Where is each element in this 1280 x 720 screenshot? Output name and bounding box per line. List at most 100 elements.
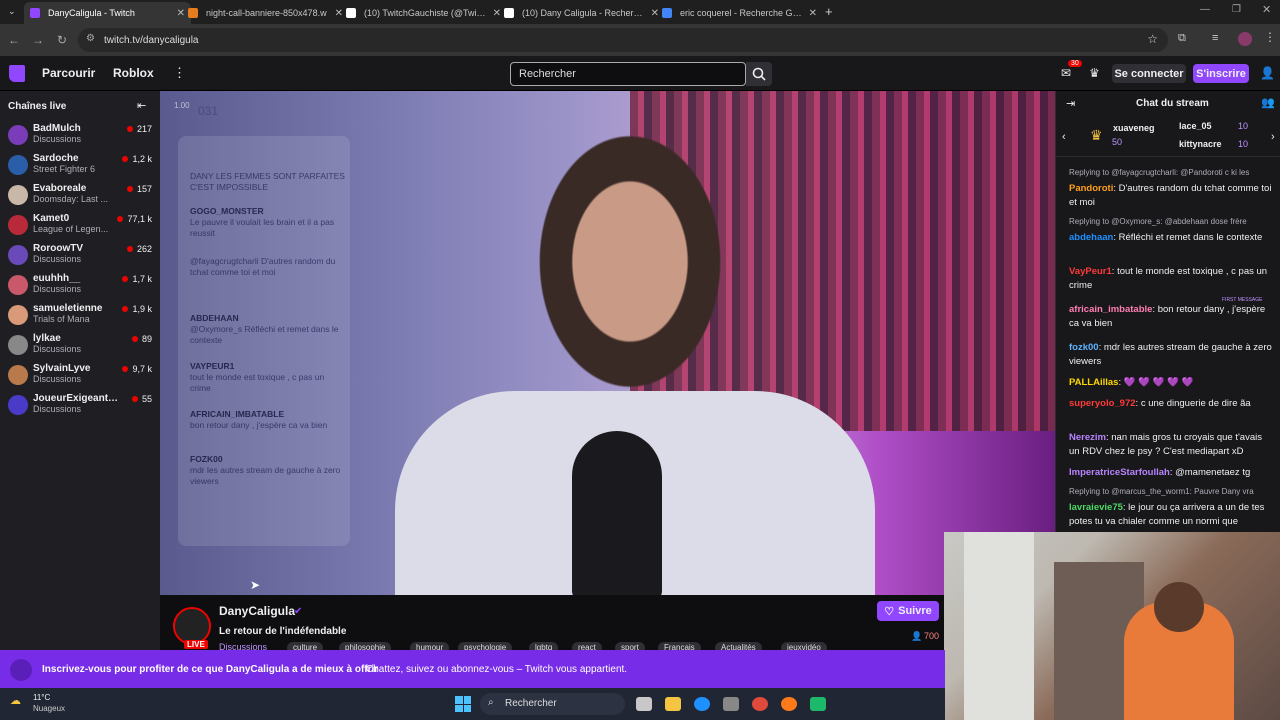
search-input[interactable]: Rechercher bbox=[510, 62, 746, 86]
browse-link[interactable]: Parcourir bbox=[42, 66, 95, 80]
chat-username[interactable]: superyolo_972 bbox=[1069, 398, 1136, 409]
channel-avatar bbox=[8, 335, 28, 355]
chat-message: abdehaan: Réfléchi et remet dans le cont… bbox=[1069, 232, 1263, 243]
channel-game: Discussions bbox=[33, 404, 82, 414]
chrome-icon[interactable] bbox=[752, 697, 768, 711]
browser-tab[interactable]: night-call-banniere-850x478.w ✕ bbox=[182, 2, 349, 24]
chat-reply-context[interactable]: Replying to @fayagcrugtcharli: @Pandorot… bbox=[1069, 168, 1274, 177]
edge-icon[interactable] bbox=[694, 697, 710, 711]
chat-message: africain_imbatable: bon retour dany , j'… bbox=[1069, 304, 1266, 329]
channel-name: SylvainLyve bbox=[33, 363, 91, 374]
tab-favicon-icon bbox=[346, 8, 356, 18]
channel-viewers: 1,9 k bbox=[122, 304, 152, 314]
profile-avatar[interactable] bbox=[1238, 32, 1252, 46]
extensions-icon[interactable]: ⧉ bbox=[1178, 32, 1186, 45]
twitch-logo-icon[interactable] bbox=[9, 65, 25, 82]
chat-reply-context[interactable]: Replying to @Oxymore_s: @abdehaan dose f… bbox=[1069, 217, 1274, 226]
taskbar-search[interactable]: ⌕ Rechercher bbox=[480, 693, 625, 715]
settings-sliders-icon[interactable]: ≡ bbox=[1212, 32, 1218, 44]
browser-tab[interactable]: (10) Dany Caligula - Recherche ✕ bbox=[498, 2, 665, 24]
tab-title: night-call-banniere-850x478.w bbox=[206, 8, 327, 18]
chat-username[interactable]: abdehaan bbox=[1069, 232, 1113, 243]
more-kebab-icon[interactable]: ⋮ bbox=[173, 65, 186, 81]
weather-icon[interactable]: ☁ bbox=[10, 694, 21, 707]
chat-text: mdr les autres stream de gauche à zero v… bbox=[1069, 342, 1272, 367]
signup-banner[interactable]: Inscrivez-vous pour profiter de ce que D… bbox=[0, 650, 945, 688]
task-view-icon[interactable] bbox=[636, 697, 652, 711]
leaderboard-next-icon[interactable]: › bbox=[1271, 131, 1275, 143]
prime-crown-icon[interactable]: ♛ bbox=[1089, 66, 1100, 80]
sidebar-channel[interactable]: lylkae Discussions 89 bbox=[0, 332, 160, 362]
firefox-icon[interactable] bbox=[781, 697, 797, 711]
maximize-icon[interactable]: ❐ bbox=[1232, 4, 1241, 15]
forward-icon[interactable]: → bbox=[26, 33, 50, 47]
menu-kebab-icon[interactable]: ⋮ bbox=[1264, 30, 1276, 44]
chat-username[interactable]: ImperatriceStarfoullah bbox=[1069, 467, 1170, 478]
chat-username[interactable]: africain_imbatable bbox=[1069, 304, 1152, 315]
bookmark-star-icon[interactable]: ☆ bbox=[1147, 32, 1158, 46]
chat-username[interactable]: lavraievie75 bbox=[1069, 502, 1123, 513]
sidebar-channel[interactable]: SylvainLyve Discussions 9,7 k bbox=[0, 362, 160, 392]
tab-close-icon[interactable]: ✕ bbox=[809, 8, 817, 19]
gift-count-1: 50 bbox=[1112, 137, 1123, 147]
game-link[interactable]: Roblox bbox=[113, 66, 154, 80]
store-icon[interactable] bbox=[723, 697, 739, 711]
sidebar-channel[interactable]: Evaboreale Doomsday: Last ... 157 bbox=[0, 182, 160, 212]
chat-reply-context[interactable]: Replying to @marcus_the_worm1: Pauvre Da… bbox=[1069, 487, 1274, 496]
reload-icon[interactable]: ↻ bbox=[50, 33, 74, 47]
video-player[interactable]: 1.00 031 DANY LES FEMMES SONT PARFAITES … bbox=[160, 91, 1055, 595]
site-info-icon[interactable]: ⚙ bbox=[86, 33, 95, 44]
chat-users-icon[interactable]: 👥 bbox=[1261, 96, 1275, 109]
gift-user-1: xuaveneg bbox=[1113, 123, 1155, 133]
leaderboard-prev-icon[interactable]: ‹ bbox=[1062, 131, 1066, 143]
channel-viewers: 1,2 k bbox=[122, 154, 152, 164]
chat-username[interactable]: PALLAillas bbox=[1069, 377, 1118, 388]
browser-tab[interactable]: DanyCaligula - Twitch ✕ bbox=[24, 2, 191, 24]
channel-game: Trials of Mana bbox=[33, 314, 90, 324]
tab-title: (10) TwitchGauchiste (@Twitch bbox=[364, 8, 487, 18]
overlay-username: ABDEHAAN bbox=[190, 313, 239, 323]
sidebar-channel[interactable]: Sardoche Street Fighter 6 1,2 k bbox=[0, 152, 160, 182]
url-field[interactable]: ⚙ twitch.tv/danycaligula ☆ bbox=[78, 28, 1168, 52]
live-badge: LIVE bbox=[184, 640, 208, 649]
minimize-icon[interactable]: — bbox=[1200, 4, 1210, 15]
channel-name: euuhhh__ bbox=[33, 273, 81, 284]
overlay-message: tout le monde est toxique , c pas un cri… bbox=[190, 372, 325, 393]
sidebar-channel[interactable]: euuhhh__ Discussions 1,7 k bbox=[0, 272, 160, 302]
sidebar-channel[interactable]: RoroowTV Discussions 262 bbox=[0, 242, 160, 272]
user-menu-icon[interactable]: 👤 bbox=[1260, 66, 1275, 80]
chat-username[interactable]: VayPeur1 bbox=[1069, 266, 1112, 277]
file-explorer-icon[interactable] bbox=[665, 697, 681, 711]
channel-name[interactable]: DanyCaligula bbox=[219, 604, 295, 618]
sidebar-channel[interactable]: samueletienne Trials of Mana 1,9 k bbox=[0, 302, 160, 332]
collapse-sidebar-icon[interactable]: ⇤ bbox=[137, 99, 146, 112]
login-button[interactable]: Se connecter bbox=[1112, 64, 1186, 83]
sidebar-channel[interactable]: Kamet0 League of Legen... 77,1 k bbox=[0, 212, 160, 242]
channel-name: Evaboreale bbox=[33, 183, 87, 194]
channel-avatar bbox=[8, 365, 28, 385]
close-window-icon[interactable]: ✕ bbox=[1262, 3, 1271, 16]
sidebar-channel[interactable]: JoueurExigeantLi... Discussions 55 bbox=[0, 392, 160, 422]
overlay-message: DANY LES FEMMES SONT PARFAITES C'EST IMP… bbox=[190, 171, 345, 192]
collapse-chat-icon[interactable]: ⇥ bbox=[1066, 97, 1075, 110]
follow-button[interactable]: ♡ Suivre bbox=[877, 601, 939, 621]
signup-button[interactable]: S'inscrire bbox=[1193, 64, 1249, 83]
app-icon[interactable] bbox=[810, 697, 826, 711]
new-tab-icon[interactable]: + bbox=[825, 4, 833, 19]
search-button[interactable] bbox=[746, 62, 772, 86]
chat-username[interactable]: Nerezim bbox=[1069, 432, 1106, 443]
browser-tab[interactable]: (10) TwitchGauchiste (@Twitch ✕ bbox=[340, 2, 507, 24]
windows-start-icon[interactable] bbox=[455, 696, 471, 712]
viewer-count: 700 bbox=[924, 631, 940, 641]
browser-tab[interactable]: eric coquerel - Recherche Goog ✕ bbox=[656, 2, 823, 24]
sidebar-channel[interactable]: BadMulch Discussions 217 bbox=[0, 122, 160, 152]
back-icon[interactable]: ← bbox=[2, 33, 26, 47]
tab-list-icon[interactable]: ⌄ bbox=[8, 6, 16, 17]
chat-username[interactable]: Pandoroti bbox=[1069, 183, 1113, 194]
notifications-icon[interactable]: ✉ bbox=[1061, 66, 1071, 80]
chat-text: c une dinguerie de dire ãa bbox=[1140, 398, 1251, 409]
banner-text: Inscrivez-vous pour profiter de ce que D… bbox=[42, 664, 379, 675]
channel-viewers: 217 bbox=[127, 124, 152, 134]
tab-favicon-icon bbox=[662, 8, 672, 18]
chat-username[interactable]: fozk00 bbox=[1069, 342, 1099, 353]
